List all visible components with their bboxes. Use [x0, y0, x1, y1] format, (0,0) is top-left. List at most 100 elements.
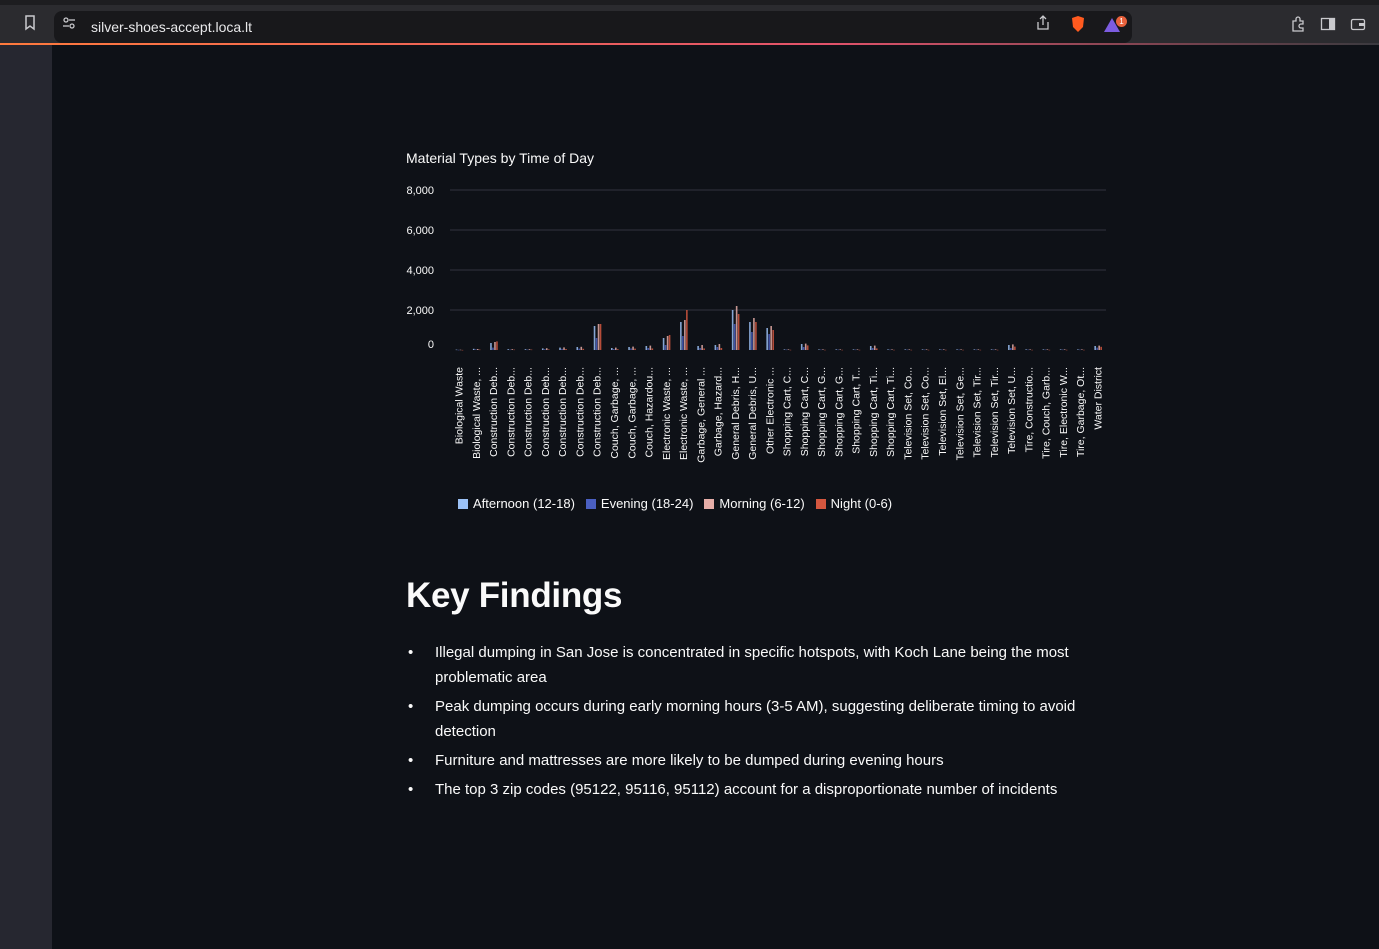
bar[interactable] [1031, 349, 1033, 351]
bar[interactable] [476, 349, 479, 350]
bar[interactable] [992, 349, 995, 351]
share-icon[interactable] [1036, 15, 1050, 35]
bar[interactable] [530, 349, 533, 351]
bar[interactable] [1065, 349, 1068, 351]
bar[interactable] [680, 322, 682, 350]
bar[interactable] [873, 345, 876, 350]
bar[interactable] [714, 345, 717, 350]
url-text[interactable]: silver-shoes-accept.loca.lt [91, 19, 252, 35]
bar[interactable] [990, 349, 993, 350]
bar[interactable] [1096, 347, 1098, 350]
bar[interactable] [839, 349, 842, 350]
bar[interactable] [787, 349, 790, 350]
bar[interactable] [856, 349, 859, 350]
bar[interactable] [528, 349, 531, 350]
bar[interactable] [1014, 346, 1016, 350]
bar[interactable] [925, 349, 928, 350]
bar[interactable] [647, 348, 650, 350]
bar[interactable] [649, 345, 652, 350]
bar[interactable] [841, 349, 844, 351]
bar[interactable] [737, 314, 740, 350]
bar[interactable] [806, 345, 809, 350]
bar[interactable] [733, 324, 736, 350]
bar[interactable] [664, 345, 667, 350]
bar[interactable] [582, 348, 585, 350]
bar[interactable] [563, 347, 565, 350]
bar[interactable] [645, 346, 648, 350]
bar[interactable] [766, 328, 768, 350]
bar[interactable] [889, 349, 891, 351]
bar[interactable] [875, 348, 878, 350]
bar[interactable] [547, 349, 550, 350]
bar[interactable] [718, 344, 721, 350]
bar[interactable] [632, 346, 634, 350]
bar[interactable] [1027, 349, 1029, 351]
bar[interactable] [854, 349, 857, 351]
bar[interactable] [820, 349, 822, 351]
brave-shield-icon[interactable] [1070, 15, 1086, 37]
legend-item-afternoon[interactable]: Afternoon (12-18) [458, 496, 575, 511]
bar[interactable] [772, 330, 774, 350]
bar[interactable] [720, 348, 723, 350]
bar[interactable] [701, 345, 703, 350]
bar[interactable] [496, 341, 498, 350]
bar[interactable] [494, 342, 496, 350]
bar[interactable] [526, 349, 529, 351]
bar[interactable] [611, 348, 613, 350]
bar[interactable] [755, 322, 757, 350]
bar[interactable] [686, 310, 688, 350]
bar[interactable] [1044, 349, 1047, 351]
bar[interactable] [1063, 349, 1066, 350]
bar[interactable] [459, 349, 462, 351]
bar[interactable] [731, 310, 734, 350]
bar[interactable] [472, 348, 475, 350]
bar[interactable] [958, 349, 960, 351]
bar[interactable] [753, 318, 755, 350]
bar[interactable] [921, 349, 924, 350]
bar[interactable] [634, 348, 636, 350]
bar[interactable] [511, 349, 514, 350]
bar[interactable] [513, 349, 516, 351]
bar[interactable] [662, 338, 665, 350]
wallet-icon[interactable] [1350, 16, 1366, 36]
bar[interactable] [578, 348, 581, 350]
bar[interactable] [613, 349, 615, 350]
bar[interactable] [651, 348, 654, 350]
bar[interactable] [818, 349, 820, 350]
bar[interactable] [800, 344, 803, 350]
bar[interactable] [960, 349, 962, 350]
bar[interactable] [615, 347, 617, 350]
bar[interactable] [822, 349, 824, 350]
legend-item-morning[interactable]: Morning (6-12) [704, 496, 805, 511]
bar[interactable] [507, 349, 510, 350]
bar[interactable] [927, 349, 930, 351]
bar[interactable] [887, 349, 889, 350]
bar[interactable] [576, 347, 579, 350]
bar[interactable] [975, 349, 978, 351]
bar[interactable] [973, 349, 976, 350]
bar[interactable] [541, 348, 544, 350]
bar[interactable] [789, 349, 792, 351]
site-settings-icon[interactable] [62, 16, 76, 34]
bar[interactable] [891, 349, 893, 350]
bar[interactable] [962, 349, 964, 351]
bar[interactable] [1008, 345, 1010, 350]
bar[interactable] [837, 349, 840, 351]
bar[interactable] [565, 349, 567, 350]
bar[interactable] [770, 326, 772, 350]
bar[interactable] [945, 349, 947, 351]
bar[interactable] [580, 346, 583, 350]
bar[interactable] [559, 347, 561, 350]
bar[interactable] [545, 348, 548, 350]
bar[interactable] [1061, 349, 1064, 351]
bar[interactable] [941, 349, 943, 351]
bar[interactable] [1046, 349, 1049, 350]
bar[interactable] [490, 343, 492, 350]
bar[interactable] [561, 348, 563, 350]
bar[interactable] [994, 349, 997, 350]
bar[interactable] [906, 349, 909, 351]
bar[interactable] [1077, 349, 1079, 350]
bar[interactable] [908, 349, 911, 350]
bar[interactable] [1100, 346, 1102, 350]
bar[interactable] [977, 349, 980, 350]
